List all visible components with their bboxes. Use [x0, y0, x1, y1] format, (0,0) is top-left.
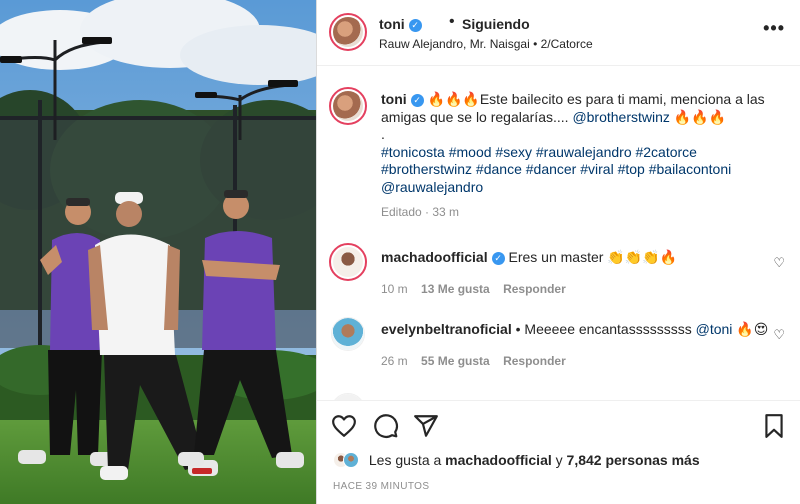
caption-fire-prefix: 🔥🔥🔥	[427, 91, 480, 107]
following-button[interactable]: Siguiendo	[462, 16, 530, 32]
verified-badge-icon: ✓	[408, 19, 422, 32]
comment-text: machadoofficial ✓ Eres un master 👏👏👏🔥	[381, 249, 781, 267]
author-username[interactable]: toni ✓	[379, 16, 422, 32]
verified-badge-icon: ✓	[491, 252, 505, 265]
comment-meta: 26 m 55 Me gusta Responder	[381, 354, 566, 368]
comment-age: 10 m	[381, 282, 408, 296]
like-heart-icon[interactable]	[331, 413, 357, 439]
post-video-frame	[0, 0, 316, 504]
audio-info[interactable]: Rauw Alejandro, Mr. Naisgai • 2/Catorce	[379, 37, 593, 51]
caption-mention-link[interactable]: @brotherstwinz	[572, 109, 669, 125]
caption-username[interactable]: toni	[381, 91, 407, 107]
author-username-text[interactable]: toni	[379, 16, 405, 32]
comment-username[interactable]: machadoofficial	[381, 249, 488, 265]
separator-dot: •	[515, 321, 521, 337]
verified-badge-icon: ✓	[410, 94, 424, 107]
comment-body: Eres un master 👏👏👏🔥	[508, 249, 678, 265]
comment-text: evelynbeltranoficial • Meeeee encantasss…	[381, 321, 781, 339]
author-avatar[interactable]	[329, 13, 367, 51]
caption-dot: .	[381, 126, 385, 142]
caption-hashtags[interactable]: #tonicosta #mood #sexy #rauwalejandro #2…	[381, 144, 781, 197]
comment-username[interactable]: evelynbeltranoficial	[381, 321, 512, 337]
post-timestamp[interactable]: HACE 39 MINUTOS	[333, 481, 429, 492]
likes-prefix: Les gusta a	[368, 452, 442, 468]
comment-age: 26 m	[381, 354, 408, 368]
post-media[interactable]	[0, 0, 316, 504]
comment-meta: 10 m 13 Me gusta Responder	[381, 282, 566, 296]
post-actions: Les gusta a machadoofficial y 7,842 pers…	[317, 400, 800, 504]
likes-user-link[interactable]: machadoofficial	[445, 452, 552, 468]
comment-likes-link[interactable]: 55 Me gusta	[421, 354, 490, 368]
comment-like-heart-icon[interactable]: ♡	[773, 327, 785, 343]
comment-body: Meeeee encantasssssssss	[524, 321, 692, 337]
caption-author-avatar[interactable]	[329, 87, 367, 125]
comment-avatar[interactable]	[329, 243, 367, 281]
comment-likes-link[interactable]: 13 Me gusta	[421, 282, 490, 296]
liker-avatar	[343, 452, 359, 468]
post-details-panel: toni ✓ • Siguiendo Rauw Alejandro, Mr. Na…	[316, 0, 800, 504]
comment-mention-link[interactable]: @toni	[696, 321, 733, 337]
comment-reply-button[interactable]: Responder	[503, 282, 566, 296]
next-comment-avatar[interactable]	[331, 393, 365, 400]
likes-count-link[interactable]: 7,842 personas más	[567, 452, 700, 468]
post-header: toni ✓ • Siguiendo Rauw Alejandro, Mr. Na…	[317, 0, 800, 66]
likes-summary: Les gusta a machadoofficial y 7,842 pers…	[333, 452, 700, 468]
comment-avatar[interactable]	[331, 317, 365, 351]
save-bookmark-icon[interactable]	[761, 413, 787, 439]
separator-dot: •	[449, 13, 455, 30]
caption-fire-suffix: 🔥🔥🔥	[673, 108, 727, 125]
caption-text: toni ✓ 🔥🔥🔥Este bailecito es para ti mami,…	[381, 91, 781, 222]
likes-and: y	[555, 452, 563, 468]
comment-like-heart-icon[interactable]: ♡	[773, 255, 785, 271]
caption-age: 33 m	[432, 205, 460, 219]
comment-reply-button[interactable]: Responder	[503, 354, 566, 368]
comment-bubble-icon[interactable]	[373, 413, 399, 439]
comment-emoji: 🔥😍	[736, 321, 769, 337]
share-send-icon[interactable]	[413, 413, 439, 439]
comments-section[interactable]: toni ✓ 🔥🔥🔥Este bailecito es para ti mami,…	[317, 67, 800, 400]
caption-meta: Editado · 33 m	[381, 205, 460, 219]
more-options-icon[interactable]: •••	[763, 18, 785, 39]
caption-edited-label: Editado	[381, 205, 422, 219]
